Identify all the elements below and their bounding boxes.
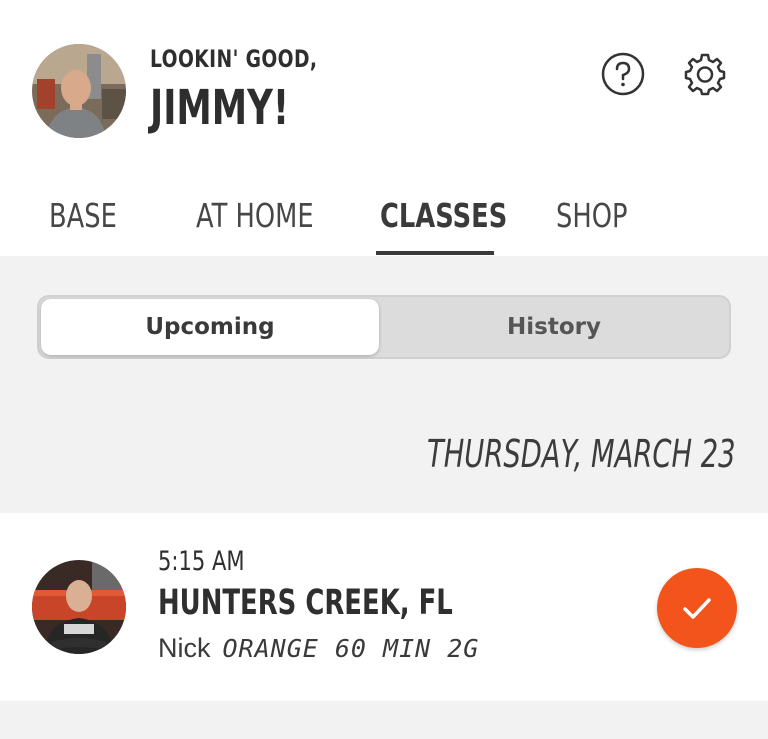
user-name-heading: JIMMY!	[150, 80, 290, 136]
tab-at-home[interactable]: AT HOME	[196, 196, 314, 235]
active-tab-indicator	[376, 251, 494, 255]
profile-header: LOOKIN' GOOD, JIMMY!	[0, 0, 768, 178]
coach-name: Nick	[158, 633, 211, 663]
segment-upcoming[interactable]: Upcoming	[41, 299, 379, 355]
studio-name: HUNTERS CREEK, FL	[158, 583, 453, 623]
tab-base[interactable]: BASE	[49, 196, 117, 235]
segment-history[interactable]: History	[381, 299, 727, 355]
checkmark-icon	[683, 598, 711, 619]
gear-icon[interactable]	[682, 51, 728, 97]
tab-shop[interactable]: SHOP	[556, 196, 627, 235]
main-tab-bar: BASE AT HOME CLASSES SHOP	[0, 178, 768, 256]
tab-classes[interactable]: CLASSES	[380, 196, 507, 235]
user-avatar[interactable]	[32, 44, 126, 138]
coach-avatar	[32, 560, 126, 654]
date-section-header: THURSDAY, MARCH 23	[0, 412, 768, 512]
help-icon[interactable]	[600, 51, 646, 97]
date-label: THURSDAY, MARCH 23	[427, 432, 736, 476]
classes-content: Upcoming History THURSDAY, MARCH 23 5:15…	[0, 256, 768, 739]
upcoming-history-toggle: Upcoming History	[37, 295, 731, 359]
booked-status-button[interactable]	[657, 568, 737, 648]
class-time: 5:15 AM	[158, 546, 245, 577]
booked-class-card[interactable]: 5:15 AM HUNTERS CREEK, FL Nick ORANGE 60 …	[0, 513, 768, 701]
greeting-line: LOOKIN' GOOD,	[150, 45, 318, 73]
class-type: ORANGE 60 MIN 2G	[222, 634, 480, 663]
coach-line: Nick ORANGE 60 MIN 2G	[158, 633, 479, 664]
